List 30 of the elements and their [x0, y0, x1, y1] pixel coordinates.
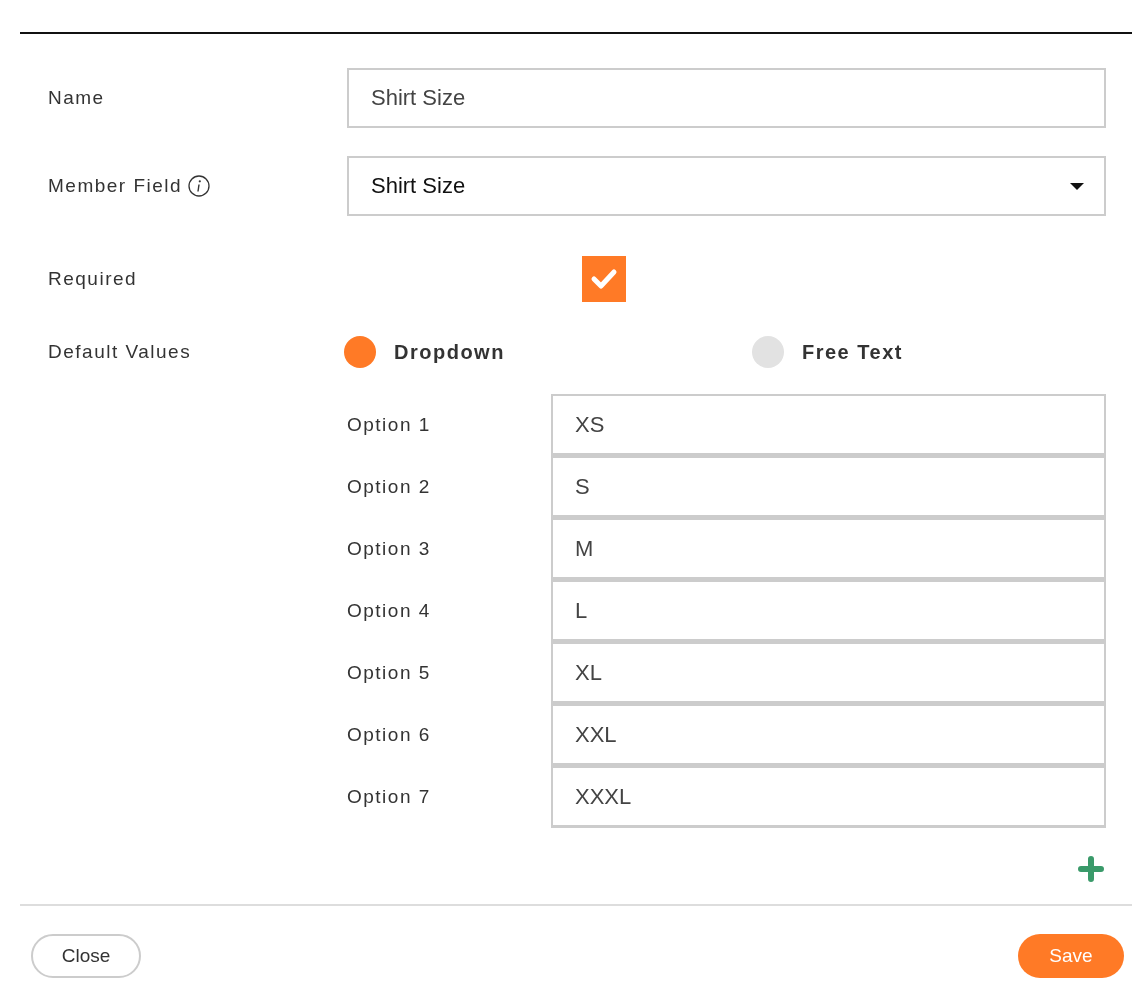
add-icon[interactable]: [1078, 856, 1104, 882]
field-label: Member Field: [48, 175, 183, 197]
radio-label[interactable]: Dropdown: [394, 340, 505, 364]
option-input-field[interactable]: XXL: [551, 704, 1106, 766]
caret-icon: [1070, 182, 1084, 190]
name-input-field[interactable]: Shirt Size: [347, 68, 1106, 128]
field-label: Default Values: [48, 341, 193, 363]
option-input-field[interactable]: XXXL: [551, 766, 1106, 828]
field-label: Name: [48, 87, 106, 109]
radio-button[interactable]: [752, 336, 784, 368]
radio-button[interactable]: [344, 336, 376, 368]
option-label: Option 5: [347, 662, 432, 684]
field-label: Required: [48, 268, 139, 290]
radio-label[interactable]: Free Text: [802, 340, 903, 364]
required-checkbox[interactable]: [582, 256, 626, 302]
option-label: Option 7: [347, 786, 432, 808]
member-field-dropdown[interactable]: Shirt Size: [347, 156, 1106, 216]
option-label: Option 2: [347, 476, 432, 498]
option-label: Option 1: [347, 414, 432, 436]
checkmark-icon: [590, 268, 618, 290]
option-label: Option 6: [347, 724, 432, 746]
option-input-field[interactable]: XS: [551, 394, 1106, 456]
option-label: Option 3: [347, 538, 432, 560]
option-input-field[interactable]: L: [551, 580, 1106, 642]
option-input-field[interactable]: M: [551, 518, 1106, 580]
option-input-field[interactable]: S: [551, 456, 1106, 518]
close-button[interactable]: Close: [31, 934, 141, 978]
info-icon[interactable]: [188, 175, 211, 197]
option-input-field[interactable]: XL: [551, 642, 1106, 704]
option-label: Option 4: [347, 600, 432, 622]
